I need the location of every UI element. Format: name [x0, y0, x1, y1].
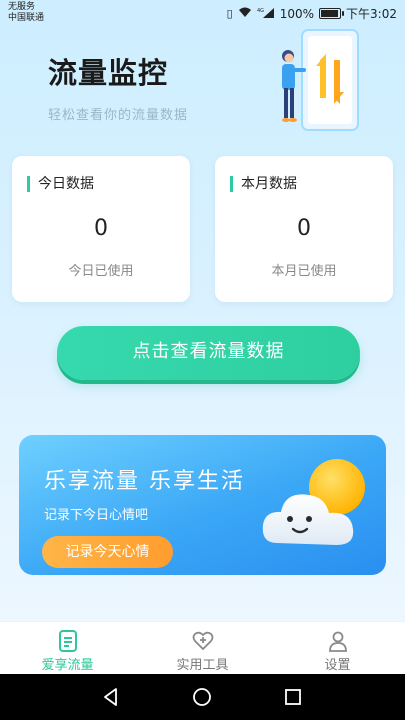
month-usage-value: 0	[297, 216, 311, 241]
banner-subtitle: 记录下今日心情吧	[44, 508, 149, 523]
carrier-name: 中国联通	[8, 13, 45, 23]
record-mood-button[interactable]: 记录今天心情	[42, 536, 173, 568]
system-nav-bar	[0, 674, 405, 720]
page-subtitle: 轻松查看你的流量数据	[48, 108, 189, 123]
status-icons: ▯ 4G 100% 下午3:02	[227, 5, 397, 22]
nav-label-settings: 设置	[324, 658, 351, 673]
nav-item-settings[interactable]: 设置	[270, 622, 405, 674]
wifi-icon	[238, 7, 252, 21]
home-icon[interactable]	[192, 687, 212, 707]
nav-label-tools: 实用工具	[176, 658, 229, 673]
svg-text:4G: 4G	[257, 8, 264, 14]
mood-banner[interactable]: 乐享流量 乐享生活 记录下今日心情吧 记录今天心情	[19, 435, 386, 575]
banner-title: 乐享流量 乐享生活	[44, 469, 245, 494]
today-usage-label: 今日已使用	[68, 264, 134, 279]
battery-icon	[319, 8, 345, 19]
battery-percent: 100%	[279, 6, 315, 21]
phone-traffic-illustration	[282, 29, 359, 131]
nav-label-traffic: 爱享流量	[41, 658, 94, 673]
month-card-title: 本月数据	[230, 176, 297, 192]
status-bar: 无服务 中国联通 ▯ 4G 100% 下午3:02	[0, 0, 405, 28]
view-traffic-button[interactable]: 点击查看流量数据	[57, 326, 360, 380]
recents-icon[interactable]	[283, 687, 303, 707]
carrier-info: 无服务 中国联通	[8, 2, 44, 24]
today-card-title: 今日数据	[27, 176, 94, 192]
signal-icon: 4G	[257, 7, 275, 21]
nav-item-traffic[interactable]: 爱享流量	[0, 622, 135, 674]
bottom-nav: 爱享流量 实用工具 设置	[0, 621, 405, 674]
today-stat-card: 今日数据 0 今日已使用	[12, 156, 190, 302]
month-stat-card: 本月数据 0 本月已使用	[215, 156, 393, 302]
vibrate-icon: ▯	[226, 7, 233, 20]
nav-item-tools[interactable]: 实用工具	[135, 622, 270, 674]
heart-plus-icon	[192, 631, 213, 651]
document-icon	[58, 630, 77, 652]
today-usage-value: 0	[94, 216, 108, 241]
person-icon	[328, 631, 347, 652]
month-usage-label: 本月已使用	[271, 264, 337, 279]
clock: 下午3:02	[346, 7, 397, 21]
sun-cloud-icon	[262, 459, 365, 545]
back-icon[interactable]	[101, 687, 121, 707]
page-title: 流量监控	[48, 56, 169, 90]
carrier-status: 无服务	[8, 2, 36, 12]
